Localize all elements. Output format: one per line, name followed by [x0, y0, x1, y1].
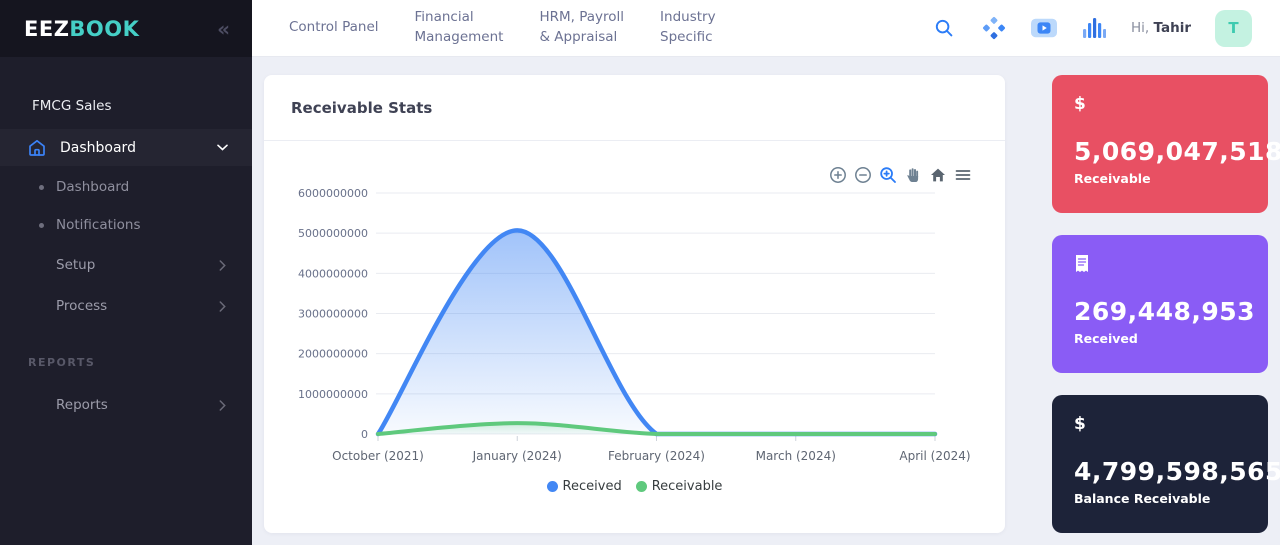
video-tutorial-icon[interactable]	[1031, 15, 1057, 41]
bullet-icon	[39, 223, 44, 228]
legend-label: Received	[563, 479, 622, 494]
nav-control-panel[interactable]: Control Panel	[289, 18, 379, 38]
topbar: Control Panel Financial Management HRM, …	[252, 0, 1280, 57]
sidebar-item-setup[interactable]: Setup	[0, 253, 252, 277]
stat-card-receivable[interactable]: $ 5,069,047,518 Receivable	[1052, 75, 1268, 213]
nav-label-line: Management	[415, 28, 504, 48]
svg-text:3000000000: 3000000000	[298, 308, 368, 321]
search-icon[interactable]	[931, 15, 957, 41]
svg-text:March (2024): March (2024)	[756, 449, 836, 463]
reports-section-header: REPORTS	[0, 356, 252, 369]
sidebar-item-label: Process	[56, 298, 107, 314]
receivable-stats-card: Receivable Stats	[264, 75, 1005, 533]
svg-text:October (2021): October (2021)	[332, 449, 424, 463]
chart-legend: Received Receivable	[264, 479, 1005, 494]
chevron-right-icon	[219, 260, 226, 271]
svg-text:April (2024): April (2024)	[899, 449, 970, 463]
chevron-right-icon	[219, 301, 226, 312]
legend-dot-receivable	[636, 481, 647, 492]
username: Tahir	[1154, 20, 1191, 36]
nav-hrm-payroll[interactable]: HRM, Payroll & Appraisal	[539, 8, 624, 47]
dollar-icon: $	[1074, 94, 1246, 116]
dollar-icon: $	[1074, 414, 1246, 436]
sidebar: EEZBOOK « FMCG Sales Dashboard Dashboard…	[0, 0, 252, 545]
sidebar-item-reports[interactable]: Reports	[0, 393, 252, 417]
nav-label-line: Industry	[660, 8, 716, 28]
app-root: EEZBOOK « FMCG Sales Dashboard Dashboard…	[0, 0, 1280, 545]
svg-text:2000000000: 2000000000	[298, 348, 368, 361]
stat-value: 269,448,953	[1074, 297, 1246, 326]
svg-text:February (2024): February (2024)	[608, 449, 705, 463]
svg-text:6000000000: 6000000000	[298, 187, 368, 200]
sidebar-item-label: Dashboard	[56, 179, 129, 195]
svg-text:0: 0	[361, 428, 368, 441]
sidebar-item-label: Reports	[56, 397, 108, 413]
nav-financial-management[interactable]: Financial Management	[415, 8, 504, 47]
nav-label-line: HRM, Payroll	[539, 8, 624, 28]
stat-label: Received	[1074, 331, 1246, 346]
legend-item-receivable[interactable]: Receivable	[636, 479, 723, 494]
nav-label-line: Financial	[415, 8, 504, 28]
user-greeting: Hi, Tahir	[1131, 20, 1191, 36]
stat-card-received[interactable]: 269,448,953 Received	[1052, 235, 1268, 373]
company-name: FMCG Sales	[0, 94, 252, 118]
sidebar-item-dashboard-parent[interactable]: Dashboard	[0, 129, 252, 166]
nav-label-line: & Appraisal	[539, 28, 624, 48]
sidebar-item-dashboard-sub[interactable]: Dashboard	[0, 175, 252, 199]
sidebar-item-notifications[interactable]: Notifications	[0, 213, 252, 237]
receipt-icon	[1074, 254, 1246, 276]
receivable-chart-svg[interactable]: 0 1000000000 2000000000 3000000000 400000000…	[264, 141, 1005, 533]
logo-text-book: BOOK	[69, 17, 139, 41]
svg-text:5000000000: 5000000000	[298, 227, 368, 240]
app-logo[interactable]: EEZBOOK	[24, 17, 139, 41]
sidebar-item-process[interactable]: Process	[0, 294, 252, 318]
stat-value: 5,069,047,518	[1074, 137, 1246, 166]
svg-text:4000000000: 4000000000	[298, 267, 368, 280]
topbar-actions: Hi, Tahir T	[931, 10, 1280, 47]
stat-label: Receivable	[1074, 171, 1246, 186]
nav-industry-specific[interactable]: Industry Specific	[660, 8, 716, 47]
legend-label: Receivable	[652, 479, 723, 494]
chevron-right-icon	[219, 400, 226, 411]
stat-value: 4,799,598,565	[1074, 457, 1246, 486]
bar-chart-icon[interactable]	[1081, 15, 1107, 41]
bullet-icon	[39, 185, 44, 190]
top-nav: Control Panel Financial Management HRM, …	[252, 8, 716, 47]
avatar[interactable]: T	[1215, 10, 1252, 47]
legend-dot-received	[547, 481, 558, 492]
greeting-prefix: Hi,	[1131, 20, 1149, 36]
sidebar-item-label: Dashboard	[60, 140, 136, 156]
nav-label-line: Specific	[660, 28, 716, 48]
logo-bar: EEZBOOK «	[0, 0, 252, 57]
home-icon	[27, 138, 47, 158]
svg-text:1000000000: 1000000000	[298, 388, 368, 401]
sidebar-item-label: Setup	[56, 257, 95, 273]
logo-text-eez: EEZ	[24, 17, 69, 41]
svg-text:January (2024): January (2024)	[472, 449, 562, 463]
chevron-down-icon	[217, 144, 228, 151]
card-header: Receivable Stats	[264, 75, 1005, 141]
sidebar-item-label: Notifications	[56, 217, 141, 233]
apps-grid-icon[interactable]	[981, 15, 1007, 41]
stat-card-balance-receivable[interactable]: $ 4,799,598,565 Balance Receivable	[1052, 395, 1268, 533]
stat-label: Balance Receivable	[1074, 491, 1246, 506]
legend-item-received[interactable]: Received	[547, 479, 622, 494]
page-title: Receivable Stats	[291, 99, 432, 117]
sidebar-collapse-icon[interactable]: «	[217, 19, 230, 39]
